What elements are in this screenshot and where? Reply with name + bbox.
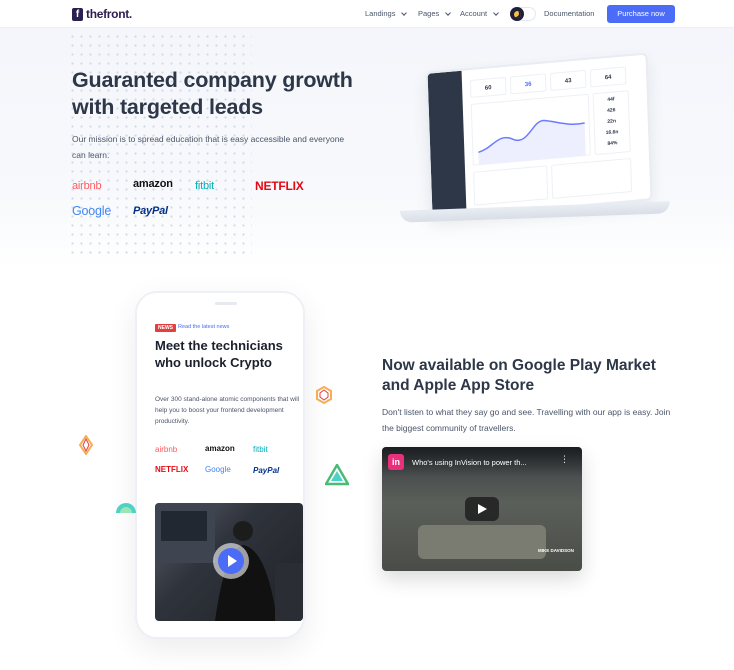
page: f thefront. Landings Pages Account Docum…: [0, 0, 734, 670]
nav-landings-label: Landings: [365, 9, 396, 18]
phone-title: Meet the technicians who unlock Crypto: [155, 338, 283, 370]
semicircle-shape-icon: [116, 503, 136, 513]
table-card: [551, 157, 633, 199]
purchase-button[interactable]: Purchase now: [607, 5, 675, 23]
top-navbar: f thefront. Landings Pages Account Docum…: [0, 0, 734, 28]
fitbit-logo: fitbit: [253, 445, 268, 454]
phone-video-thumbnail: [155, 503, 303, 621]
phone-notch: [215, 302, 237, 305]
nav-pages[interactable]: Pages: [418, 9, 452, 18]
documentation-link[interactable]: Documentation: [544, 9, 594, 18]
section-subtitle: Don't listen to what they say go and see…: [382, 407, 671, 433]
news-badge: NEWS: [155, 324, 176, 332]
hero-title: Guaranted company growth with targeted l…: [72, 68, 353, 119]
table-card: [473, 165, 549, 206]
section-title: Now available on Google Play Market and …: [382, 357, 656, 394]
paypal-logo: PayPal: [133, 205, 168, 217]
theme-toggle[interactable]: [510, 7, 536, 21]
netflix-logo: NETFLIX: [155, 465, 189, 474]
google-logo: Google: [72, 204, 112, 218]
dashboard-screen: 60 36 43 64 44f 426 22n 16.6n 84%: [425, 52, 653, 220]
logo[interactable]: f thefront.: [72, 7, 132, 21]
chevron-down-icon: [493, 9, 499, 16]
stat-card: 64: [589, 66, 627, 88]
airbnb-logo: airbnb: [155, 445, 178, 454]
side-values-card: 44f 426 22n 16.6n 84%: [592, 90, 631, 156]
toggle-knob: [510, 7, 524, 21]
airbnb-logo: airbnb: [72, 180, 102, 192]
nav-account-label: Account: [460, 9, 488, 18]
amazon-logo: amazon: [205, 444, 235, 453]
side-value: 84%: [607, 140, 618, 148]
line-chart-card: [470, 93, 591, 166]
youtube-play-button[interactable]: [465, 497, 499, 521]
nav-account[interactable]: Account: [460, 9, 499, 18]
dashboard-sidebar: [427, 70, 467, 218]
video-scene-sofa: [418, 525, 546, 559]
triangle-shape-icon: [325, 464, 349, 486]
chevron-down-icon: [401, 9, 408, 16]
google-logo: Google: [205, 465, 231, 474]
nav-pages-label: Pages: [418, 9, 440, 18]
hexagon-shape-icon: [316, 386, 332, 404]
netflix-logo: NETFLIX: [255, 179, 304, 193]
phone-text: Over 300 stand-alone atomic components t…: [155, 396, 300, 425]
paypal-logo: PayPal: [253, 466, 280, 475]
logo-mark: f: [72, 7, 83, 21]
news-link[interactable]: Read the latest news: [178, 324, 229, 330]
fitbit-logo: fitbit: [195, 180, 214, 192]
video-play-button[interactable]: [218, 548, 244, 574]
logo-text: thefront.: [86, 7, 132, 21]
line-chart: [478, 119, 586, 165]
stat-card: 36: [509, 73, 547, 95]
nav-landings[interactable]: Landings: [365, 9, 408, 18]
dashboard-laptop-image: 60 36 43 64 44f 426 22n 16.6n 84%: [399, 52, 671, 230]
amazon-logo: amazon: [133, 178, 173, 190]
diamond-shape-icon: [78, 435, 94, 455]
video-caption: MIKE DAVIDSON: [538, 548, 574, 553]
stat-card: 60: [469, 76, 507, 98]
stat-card: 43: [549, 69, 587, 91]
chevron-down-icon: [445, 9, 452, 16]
video-title[interactable]: Who's using InVision to power th...: [412, 458, 527, 467]
hero-subtitle: Our mission is to spread education that …: [72, 134, 345, 160]
more-options-icon[interactable]: ⋮: [560, 455, 569, 464]
phone-screen: NEWS Read the latest news Meet the techn…: [145, 301, 303, 631]
youtube-video-embed[interactable]: in Who's using InVision to power th... ⋮…: [382, 447, 582, 571]
moon-icon: [513, 10, 521, 18]
invision-logo-icon[interactable]: in: [388, 454, 404, 470]
phone-mockup: NEWS Read the latest news Meet the techn…: [135, 291, 305, 639]
